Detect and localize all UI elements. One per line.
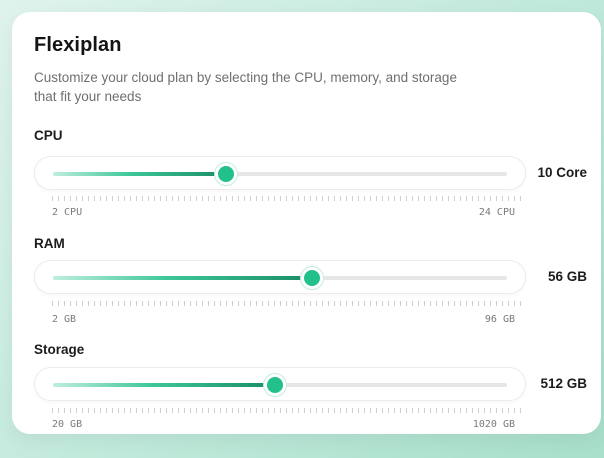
cpu-slider[interactable] <box>34 156 526 190</box>
storage-tick-marks <box>52 408 526 413</box>
ram-tick-marks <box>52 301 526 306</box>
ram-slider-thumb[interactable] <box>303 270 320 286</box>
storage-slider-fill <box>53 383 276 387</box>
cpu-value: 10 Core <box>537 165 587 180</box>
storage-slider-track[interactable] <box>53 377 507 393</box>
ram-max-label: 96 GB <box>484 314 515 325</box>
ram-value: 56 GB <box>547 269 587 284</box>
storage-value: 512 GB <box>540 376 587 391</box>
cpu-min-label: 2 CPU <box>52 207 83 218</box>
card-description: Customize your cloud plan by selecting t… <box>34 70 457 104</box>
storage-slider-thumb[interactable] <box>267 377 284 393</box>
storage-min-label: 20 GB <box>52 419 83 430</box>
cpu-slider-fill <box>53 172 226 176</box>
cpu-max-label: 24 CPU <box>478 207 515 218</box>
card-title: Flexiplan <box>34 34 122 56</box>
ram-slider-track[interactable] <box>53 270 507 286</box>
storage-max-label: 1020 GB <box>472 419 515 430</box>
ram-slider[interactable] <box>34 260 526 294</box>
ram-label: RAM <box>34 236 65 251</box>
storage-slider[interactable] <box>34 367 526 401</box>
ram-slider-fill <box>53 276 312 280</box>
cpu-label: CPU <box>34 128 63 143</box>
cpu-slider-track[interactable] <box>53 166 507 182</box>
ram-min-label: 2 GB <box>52 314 77 325</box>
cpu-slider-thumb[interactable] <box>217 166 234 182</box>
storage-label: Storage <box>34 342 85 357</box>
cpu-tick-marks <box>52 196 526 201</box>
flexiplan-card: Flexiplan Customize your cloud plan by s… <box>12 12 601 434</box>
